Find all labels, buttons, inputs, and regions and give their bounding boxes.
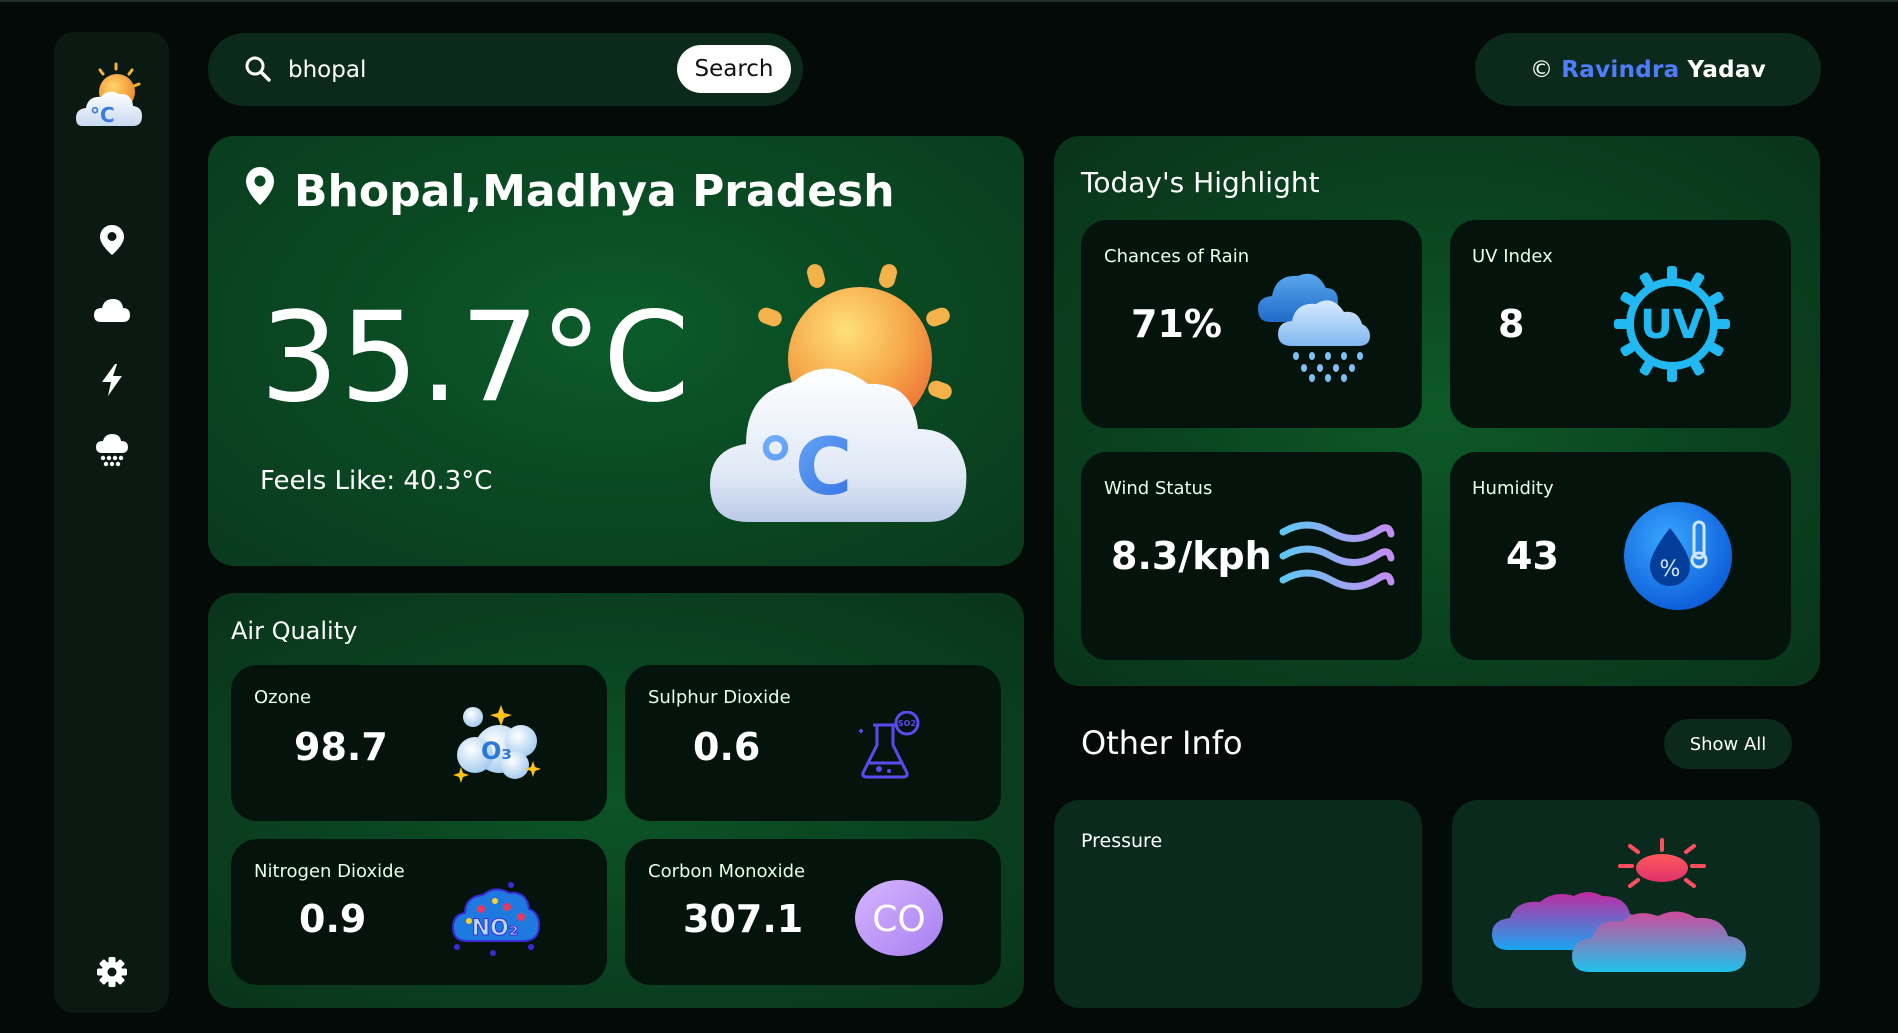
author-credit: © Ravindra Yadav xyxy=(1475,33,1821,106)
search-bar: Search xyxy=(208,33,803,106)
current-weather-card: Bhopal,Madhya Pradesh 35.7°C Feels Like:… xyxy=(208,136,1024,566)
location-pin-icon xyxy=(100,225,124,255)
pressure-label: Pressure xyxy=(1081,830,1163,852)
current-temperature: 35.7°C xyxy=(260,286,691,430)
rain-cloud-icon xyxy=(96,434,128,467)
air-quality-card: Air Quality Ozone 98.7 O₃ Sulphur Dioxid… xyxy=(208,593,1024,1008)
uv-tile: UV Index 8 UV xyxy=(1450,220,1791,428)
svg-text:%: % xyxy=(1660,557,1681,582)
ozone-icon: O₃ xyxy=(453,705,541,783)
co-label: Corbon Monoxide xyxy=(648,861,806,882)
so2-label: Sulphur Dioxide xyxy=(648,687,791,708)
nitrogen-dioxide-tile: Nitrogen Dioxide 0.9 NO₂ xyxy=(231,839,607,985)
pressure-card: Pressure xyxy=(1054,800,1422,1008)
co-value: 307.1 xyxy=(683,897,804,941)
app-logo-icon: °C xyxy=(76,62,142,127)
ozone-tile: Ozone 98.7 O₃ xyxy=(231,665,607,821)
copyright-symbol: © xyxy=(1529,56,1554,83)
wind-icon xyxy=(1279,521,1395,590)
cloud-icon xyxy=(94,299,130,322)
air-quality-title: Air Quality xyxy=(231,617,358,645)
sidebar: °C xyxy=(54,32,169,1013)
sidebar-item-location[interactable] xyxy=(90,218,134,262)
co-badge-icon: CO xyxy=(855,880,943,956)
svg-text:°C: °C xyxy=(90,103,115,127)
sidebar-item-settings[interactable] xyxy=(90,950,134,994)
ozone-value: 98.7 xyxy=(294,725,388,769)
sun-cloud-icon: °C xyxy=(710,264,967,522)
flask-icon: SO2 xyxy=(859,711,920,779)
rain-value: 71% xyxy=(1131,302,1222,346)
search-icon xyxy=(245,56,271,82)
uv-label: UV Index xyxy=(1472,246,1553,267)
no2-icon: NO₂ xyxy=(451,882,541,956)
city-name: Bhopal,Madhya Pradesh xyxy=(294,166,895,217)
rain-label: Chances of Rain xyxy=(1104,246,1250,267)
svg-text:O₃: O₃ xyxy=(481,737,512,765)
svg-text:CO: CO xyxy=(872,899,925,940)
so2-value: 0.6 xyxy=(693,725,761,769)
uv-value: 8 xyxy=(1498,302,1525,346)
search-input[interactable] xyxy=(288,49,668,91)
sidebar-item-weather[interactable] xyxy=(90,288,134,332)
wind-value: 8.3/kph xyxy=(1111,534,1272,578)
wind-tile: Wind Status 8.3/kph xyxy=(1081,452,1422,660)
svg-text:°C: °C xyxy=(756,423,852,513)
show-all-button[interactable]: Show All xyxy=(1664,719,1792,769)
no2-label: Nitrogen Dioxide xyxy=(254,861,405,882)
humidity-tile: Humidity 43 % xyxy=(1450,452,1791,660)
lightning-icon xyxy=(102,364,122,396)
location-pin-icon xyxy=(246,167,274,205)
sidebar-item-rain[interactable] xyxy=(90,428,134,472)
feels-like: Feels Like: 40.3°C xyxy=(260,466,493,496)
svg-text:NO₂: NO₂ xyxy=(472,916,519,941)
humidity-value: 43 xyxy=(1506,534,1559,578)
sulphur-dioxide-tile: Sulphur Dioxide 0.6 SO2 xyxy=(625,665,1001,821)
author-first-name: Ravindra xyxy=(1561,56,1680,83)
svg-text:SO2: SO2 xyxy=(898,719,916,728)
other-info-title: Other Info xyxy=(1081,724,1243,762)
humidity-icon: % xyxy=(1624,502,1732,610)
sunset-clouds-card xyxy=(1452,800,1820,1008)
sun-clouds-icon xyxy=(1492,838,1746,972)
uv-index-icon: UV xyxy=(1614,266,1730,382)
ozone-label: Ozone xyxy=(254,687,312,708)
sidebar-item-storm[interactable] xyxy=(90,358,134,402)
no2-value: 0.9 xyxy=(299,897,367,941)
humidity-label: Humidity xyxy=(1472,478,1554,499)
author-last-name: Yadav xyxy=(1687,56,1767,83)
search-button[interactable]: Search xyxy=(677,45,791,93)
rain-cloud-icon xyxy=(1258,273,1370,382)
svg-text:UV: UV xyxy=(1640,302,1703,348)
gear-icon xyxy=(97,957,127,987)
carbon-monoxide-tile: Corbon Monoxide 307.1 CO xyxy=(625,839,1001,985)
todays-highlight-card: Today's Highlight Chances of Rain 71% UV… xyxy=(1054,136,1820,686)
rain-tile: Chances of Rain 71% xyxy=(1081,220,1422,428)
highlight-title: Today's Highlight xyxy=(1081,166,1320,199)
wind-label: Wind Status xyxy=(1104,478,1213,499)
